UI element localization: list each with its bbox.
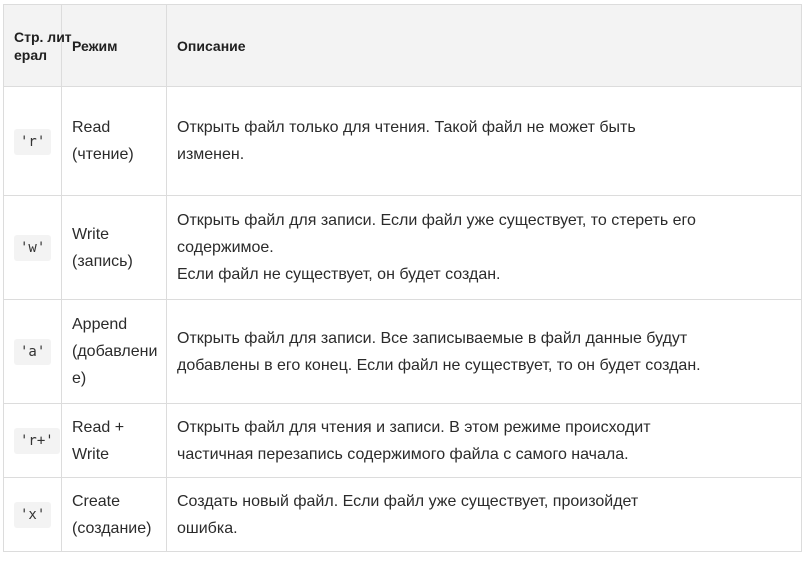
description-line: изменен.: [177, 146, 245, 163]
mode-translation-cont: е): [72, 370, 87, 387]
mode-name: Create: [72, 492, 121, 510]
mode-name: Read: [72, 119, 111, 136]
description-line: Открыть файл для записи. Если файл уже с…: [177, 212, 696, 229]
mode-cell: Create (создание): [61, 477, 167, 552]
description-line: Если файл не существует, он будет создан…: [177, 266, 501, 283]
table-row: 'r+' Read + Write Открыть файл для чтени…: [3, 403, 802, 478]
literal-cell: 'w': [3, 195, 62, 300]
mode-name: Read + Write: [72, 418, 125, 463]
description-cell: Открыть файл для записи. Если файл уже с…: [166, 195, 802, 300]
header-description: Описание: [166, 4, 802, 87]
header-row: Стр. лит ерал Режим Описание: [3, 4, 802, 87]
description-line: добавлены в его конец. Если файл не суще…: [177, 356, 701, 374]
table-row: 'x' Create (создание) Создать новый файл…: [3, 477, 802, 552]
description-line: ошибка.: [177, 519, 238, 537]
table-row: 'w' Write (запись) Открыть файл для запи…: [3, 195, 802, 300]
mode-literal-code: 'r': [14, 128, 52, 155]
table-row: 'a' Append (добавлени е) Открыть файл дл…: [3, 299, 802, 404]
literal-cell: 'r': [3, 86, 62, 196]
description-cell: Создать новый файл. Если файл уже сущест…: [166, 477, 802, 552]
mode-cell: Read + Write: [61, 403, 167, 478]
mode-cell: Read (чтение): [61, 86, 167, 196]
file-modes-table: Стр. лит ерал Режим Описание 'r' Read (ч…: [3, 4, 802, 552]
mode-cell: Append (добавлени е): [61, 299, 167, 404]
table-body: 'r' Read (чтение) Открыть файл только дл…: [3, 86, 802, 552]
mode-translation: (добавлени: [72, 343, 158, 360]
literal-cell: 'x': [3, 477, 62, 552]
description-cell: Открыть файл для чтения и записи. В этом…: [166, 403, 802, 478]
description-cell: Открыть файл только для чтения. Такой фа…: [166, 86, 802, 196]
mode-translation: (создание): [72, 519, 152, 537]
mode-translation: (чтение): [72, 146, 134, 163]
table-row: 'r' Read (чтение) Открыть файл только дл…: [3, 86, 802, 196]
mode-name: Write: [72, 225, 110, 243]
mode-literal-code: 'w': [14, 235, 52, 261]
mode-literal-code: 'a': [14, 339, 52, 365]
mode-literal-code: 'r+': [14, 428, 60, 454]
literal-cell: 'r+': [3, 403, 62, 478]
mode-cell: Write (запись): [61, 195, 167, 300]
description-cell: Открыть файл для записи. Все записываемы…: [166, 299, 802, 404]
header-mode: Режим: [61, 4, 167, 87]
mode-name: Append: [72, 316, 128, 333]
description-line: Открыть файл для записи. Все записываемы…: [177, 329, 688, 347]
description-line: Создать новый файл. Если файл уже сущест…: [177, 492, 639, 510]
description-line: содержимое.: [177, 239, 274, 256]
description-line: Открыть файл для чтения и записи. В этом…: [177, 418, 651, 436]
mode-literal-code: 'x': [14, 502, 52, 528]
header-literal: Стр. лит ерал: [3, 4, 72, 87]
mode-translation: (запись): [72, 252, 133, 270]
description-line: частичная перезапись содержимого файла с…: [177, 445, 629, 463]
description-line: Открыть файл только для чтения. Такой фа…: [177, 119, 636, 136]
literal-cell: 'a': [3, 299, 62, 404]
table-header: Стр. лит ерал Режим Описание: [3, 4, 802, 87]
